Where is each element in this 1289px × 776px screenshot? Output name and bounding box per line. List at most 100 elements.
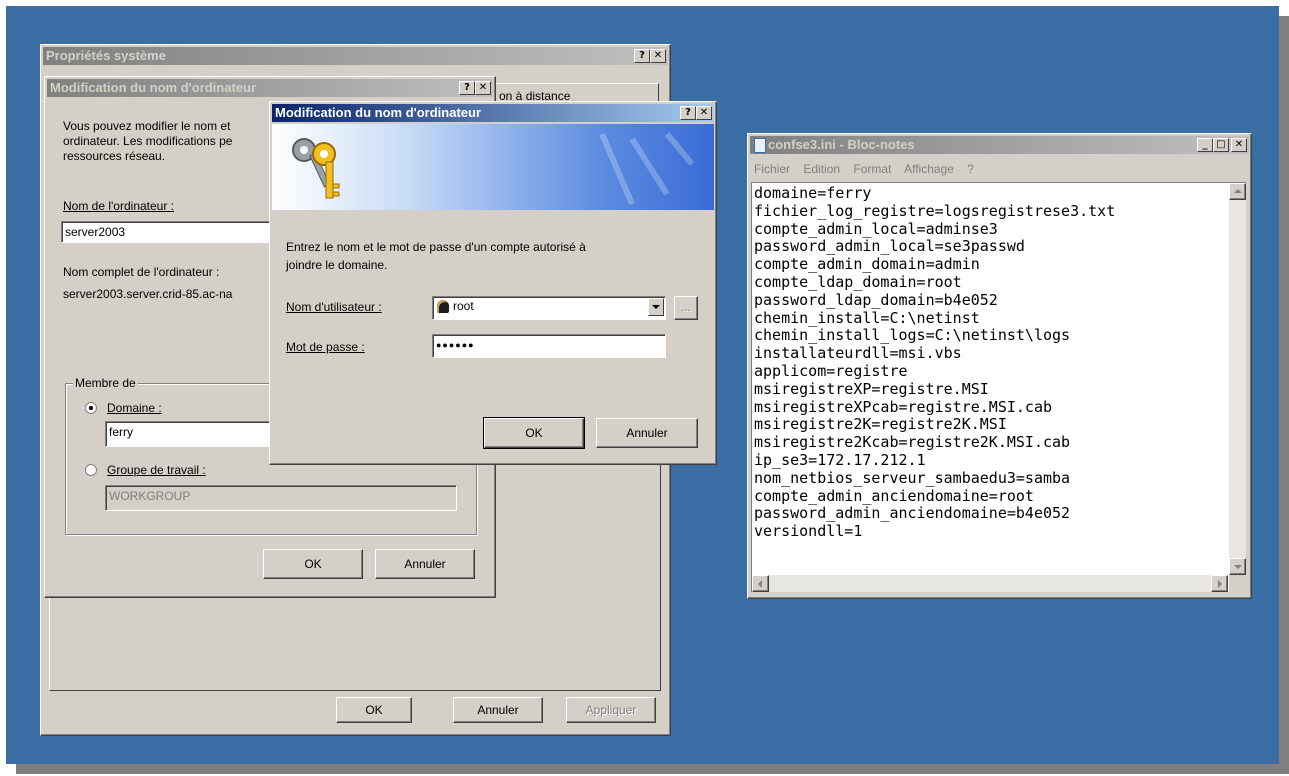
text-line: msiregistreXPcab=registre.MSI.cab bbox=[754, 397, 1053, 416]
menu-edition[interactable]: Edition bbox=[803, 162, 840, 176]
browse-button[interactable]: ... bbox=[674, 296, 698, 320]
text-line: applicom=registre bbox=[754, 361, 908, 380]
description-line: ordinateur. Les modifications pe bbox=[63, 134, 233, 148]
close-button[interactable]: ✕ bbox=[696, 106, 712, 120]
keys-icon bbox=[292, 132, 695, 206]
chevron-right-icon bbox=[1218, 580, 1222, 588]
menu-help[interactable]: ? bbox=[967, 162, 974, 176]
horizontal-scrollbar[interactable] bbox=[752, 575, 1228, 592]
menu-bar: Fichier Edition Format Affichage ? bbox=[754, 162, 974, 176]
text-line: compte_ldap_domain=root bbox=[754, 272, 962, 291]
chevron-left-icon bbox=[758, 580, 762, 588]
text-line: installateurdll=msi.vbs bbox=[754, 344, 962, 363]
workgroup-radio[interactable] bbox=[85, 464, 97, 476]
help-button[interactable]: ? bbox=[634, 49, 650, 63]
text-line: compte_admin_anciendomaine=root bbox=[754, 486, 1034, 505]
menu-fichier[interactable]: Fichier bbox=[754, 162, 790, 176]
text-line: compte_admin_domain=admin bbox=[754, 255, 980, 274]
ok-button[interactable]: OK bbox=[336, 697, 412, 723]
ok-label: OK bbox=[304, 557, 322, 571]
window-title: Propriétés système bbox=[46, 48, 166, 63]
cancel-button[interactable]: Annuler bbox=[596, 418, 698, 448]
apply-label: Appliquer bbox=[585, 703, 637, 717]
text-line: msiregistreXP=registre.MSI bbox=[754, 379, 989, 398]
scroll-up-button[interactable] bbox=[1229, 183, 1246, 200]
text-line: password_admin_local=se3passwd bbox=[754, 237, 1025, 256]
apply-button[interactable]: Appliquer bbox=[566, 697, 656, 723]
keys-banner bbox=[272, 124, 714, 210]
ok-button[interactable]: OK bbox=[263, 549, 363, 579]
notepad-icon bbox=[754, 138, 766, 153]
cancel-label: Annuler bbox=[404, 557, 446, 571]
minimize-button[interactable]: _ bbox=[1197, 138, 1213, 152]
credentials-dialog: Modification du nom d'ordinateur ? ✕ Ent… bbox=[269, 101, 717, 465]
domain-label: Domaine : bbox=[107, 401, 162, 415]
text-line: domaine=ferry bbox=[754, 184, 872, 202]
workgroup-label: Groupe de travail : bbox=[107, 463, 206, 477]
text-line: nom_netbios_serveur_sambaedu3=samba bbox=[754, 468, 1071, 487]
text-line: chemin_install_logs=C:\netinst\logs bbox=[754, 326, 1071, 345]
cancel-label: Annuler bbox=[626, 426, 668, 440]
resize-grip[interactable] bbox=[1229, 575, 1246, 592]
username-combobox[interactable]: root bbox=[432, 296, 666, 320]
password-label: Mot de passe : bbox=[286, 340, 365, 354]
cancel-label: Annuler bbox=[477, 703, 519, 717]
description-line: ressources réseau. bbox=[63, 149, 166, 163]
help-button[interactable]: ? bbox=[680, 106, 696, 120]
password-input[interactable]: ●●●●●● bbox=[432, 334, 666, 358]
ok-label: OK bbox=[365, 703, 383, 717]
text-area[interactable]: domaine=ferry fichier_log_registre=logsre… bbox=[751, 182, 1246, 592]
close-button[interactable]: ✕ bbox=[1231, 138, 1247, 152]
chevron-up-icon bbox=[1234, 189, 1242, 193]
help-button[interactable]: ? bbox=[459, 81, 475, 95]
close-button[interactable]: ✕ bbox=[650, 49, 666, 63]
cancel-button[interactable]: Annuler bbox=[375, 549, 475, 579]
domain-radio[interactable] bbox=[85, 402, 97, 414]
dropdown-button[interactable] bbox=[648, 298, 664, 316]
computer-name-titlebar[interactable]: Modification du nom d'ordinateur ? ✕ bbox=[47, 79, 493, 97]
full-name-value: server2003.server.crid-85.ac-na bbox=[63, 287, 233, 301]
text-line: versiondll=1 bbox=[754, 522, 863, 541]
chevron-down-icon bbox=[1234, 565, 1242, 569]
ok-label: OK bbox=[525, 426, 543, 440]
text-line: password_admin_anciendomaine=b4e052 bbox=[754, 504, 1071, 523]
ok-button[interactable]: OK bbox=[483, 417, 585, 449]
prompt-line: joindre le domaine. bbox=[286, 258, 388, 272]
desktop-shadow bbox=[16, 764, 1289, 774]
computer-name-label: Nom de l'ordinateur : bbox=[63, 199, 175, 213]
username-label: Nom d'utilisateur : bbox=[286, 300, 382, 314]
scroll-down-button[interactable] bbox=[1229, 558, 1246, 575]
full-name-label: Nom complet de l'ordinateur : bbox=[63, 265, 220, 279]
workgroup-input[interactable]: WORKGROUP bbox=[105, 485, 457, 511]
username-value: root bbox=[453, 299, 474, 313]
text-line: msiregistre2K=registre2K.MSI bbox=[754, 415, 1007, 434]
menu-format[interactable]: Format bbox=[853, 162, 891, 176]
text-content: domaine=ferry fichier_log_registre=logsre… bbox=[754, 184, 1115, 541]
text-line: chemin_install=C:\netinst bbox=[754, 308, 980, 327]
browse-label: ... bbox=[680, 300, 691, 314]
vertical-scrollbar[interactable] bbox=[1229, 183, 1246, 575]
scroll-left-button[interactable] bbox=[752, 575, 769, 592]
notepad-titlebar[interactable]: confse3.ini - Bloc-notes _ □ ✕ bbox=[750, 136, 1249, 154]
desktop-shadow bbox=[1279, 16, 1289, 766]
tab-remote[interactable]: on à distance bbox=[495, 83, 659, 103]
user-icon bbox=[437, 300, 449, 314]
cancel-button[interactable]: Annuler bbox=[453, 697, 543, 723]
prompt-line: Entrez le nom et le mot de passe d'un co… bbox=[286, 240, 586, 254]
close-button[interactable]: ✕ bbox=[475, 81, 491, 95]
description-line: Vous pouvez modifier le nom et bbox=[63, 119, 231, 133]
text-line: ip_se3=172.17.212.1 bbox=[754, 450, 926, 469]
text-line: msiregistre2Kcab=registre2K.MSI.cab bbox=[754, 433, 1071, 452]
maximize-button[interactable]: □ bbox=[1213, 138, 1229, 152]
system-properties-titlebar[interactable]: Propriétés système ? ✕ bbox=[43, 47, 668, 65]
text-line: compte_admin_local=adminse3 bbox=[754, 219, 998, 238]
credentials-titlebar[interactable]: Modification du nom d'ordinateur ? ✕ bbox=[272, 104, 714, 122]
window-title: Modification du nom d'ordinateur bbox=[50, 80, 257, 95]
member-of-label: Membre de bbox=[73, 376, 138, 390]
computer-name-input[interactable]: server2003 bbox=[61, 221, 281, 243]
scroll-right-button[interactable] bbox=[1211, 575, 1228, 592]
window-title: Modification du nom d'ordinateur bbox=[275, 105, 482, 120]
menu-affichage[interactable]: Affichage bbox=[904, 162, 954, 176]
domain-input[interactable]: ferry bbox=[105, 421, 275, 447]
text-line: password_ldap_domain=b4e052 bbox=[754, 290, 998, 309]
